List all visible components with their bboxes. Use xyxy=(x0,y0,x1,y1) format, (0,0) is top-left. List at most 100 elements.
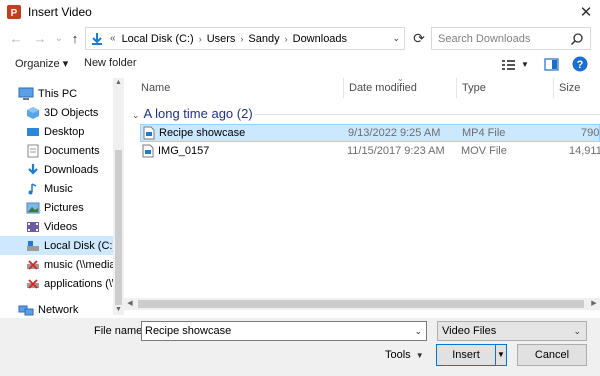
videos-icon xyxy=(27,221,39,232)
network-drive-disconnected-icon xyxy=(27,259,39,270)
chevron-down-icon[interactable]: ⌄ xyxy=(414,322,422,340)
sidebar-item-label: Network xyxy=(38,303,79,316)
sidebar-item-label: Pictures xyxy=(44,201,84,214)
scrollbar-thumb[interactable] xyxy=(138,300,584,308)
sidebar-item-documents[interactable]: Documents xyxy=(0,141,114,160)
insert-options-dropdown[interactable]: ▼ xyxy=(495,345,506,365)
title-bar: P Insert Video ✕ xyxy=(0,0,600,24)
column-header-name[interactable]: Name xyxy=(136,78,344,98)
insert-button[interactable]: Insert ▼ xyxy=(436,344,507,366)
file-list-horizontal-scrollbar[interactable]: ◀ ▶ xyxy=(124,298,600,310)
file-name: Recipe showcase xyxy=(159,127,246,139)
sidebar-item-label: music (\\media1 xyxy=(44,258,114,271)
tools-label: Tools xyxy=(385,349,411,361)
scroll-down-arrow[interactable]: ▼ xyxy=(113,305,124,315)
sidebar-item-this-pc[interactable]: This PC xyxy=(0,84,114,103)
sidebar-item-music-network[interactable]: music (\\media1 xyxy=(0,255,114,274)
sidebar-item-desktop[interactable]: Desktop xyxy=(0,122,114,141)
pictures-icon xyxy=(26,202,40,213)
sidebar-item-label: 3D Objects xyxy=(44,106,99,119)
sidebar-item-label: Videos xyxy=(44,220,78,233)
search-input[interactable]: Search Downloads xyxy=(438,33,570,45)
sidebar-item-downloads[interactable]: Downloads xyxy=(0,160,114,179)
scroll-left-arrow[interactable]: ◀ xyxy=(124,298,136,310)
downloads-icon xyxy=(28,163,38,175)
sidebar-item-label: Music xyxy=(44,182,73,195)
sidebar-item-local-disk[interactable]: Local Disk (C:) xyxy=(0,236,114,255)
file-size: 790 xyxy=(581,127,600,139)
back-button[interactable]: ← xyxy=(8,31,24,47)
window-title: Insert Video xyxy=(28,5,92,19)
sidebar-item-pictures[interactable]: Pictures xyxy=(0,198,114,217)
view-options-icon[interactable] xyxy=(501,58,517,72)
sidebar-item-label: Downloads xyxy=(44,163,99,176)
network-drive-disconnected-icon xyxy=(27,278,39,289)
3d-objects-icon xyxy=(27,106,39,119)
file-type-value: Video Files xyxy=(442,325,497,337)
svg-text:P: P xyxy=(11,8,18,19)
tools-button[interactable]: Tools ▼ xyxy=(385,349,424,361)
cancel-button[interactable]: Cancel xyxy=(517,344,587,366)
sidebar-item-music[interactable]: Music xyxy=(0,179,114,198)
file-name-field[interactable]: Recipe showcase ⌄ xyxy=(141,321,427,341)
chevron-down-icon[interactable]: ⌄ xyxy=(392,33,400,44)
dropdown-arrow-icon: ▼ xyxy=(415,351,424,360)
file-size: 14,911 xyxy=(569,145,600,157)
file-name-value[interactable]: Recipe showcase xyxy=(145,325,231,337)
help-icon[interactable]: ? xyxy=(572,56,588,72)
address-bar[interactable]: « Local Disk (C:) › Users › Sandy › Down… xyxy=(85,27,405,50)
sidebar-scrollbar[interactable]: ▲ ▼ xyxy=(113,78,124,315)
table-row[interactable]: Recipe showcase 9/13/2022 9:25 AM MP4 Fi… xyxy=(140,124,600,142)
breadcrumb-users[interactable]: Users xyxy=(207,33,236,45)
breadcrumb-separator[interactable]: › xyxy=(285,34,288,44)
scrollbar-thumb[interactable] xyxy=(115,150,122,305)
sidebar-item-label: This PC xyxy=(38,87,78,100)
group-label: A long time ago (2) xyxy=(143,106,253,121)
scroll-up-arrow[interactable]: ▲ xyxy=(113,78,124,88)
organize-button[interactable]: Organize ▾ xyxy=(15,57,68,70)
file-type: MOV File xyxy=(461,145,507,157)
new-folder-button[interactable]: New folder xyxy=(84,57,137,69)
powerpoint-icon: P xyxy=(7,5,21,19)
breadcrumb-downloads[interactable]: Downloads xyxy=(293,33,347,45)
sort-indicator-icon: ⌄ xyxy=(397,74,404,83)
navigation-pane: This PC 3D Objects Desktop Documents Dow… xyxy=(0,78,124,318)
up-button[interactable]: ↑ xyxy=(67,31,83,47)
computer-icon xyxy=(18,87,34,100)
group-divider xyxy=(254,114,600,115)
group-header[interactable]: ⌄ A long time ago (2) xyxy=(132,106,253,121)
search-icon xyxy=(570,32,583,45)
close-button[interactable]: ✕ xyxy=(572,0,600,24)
address-row: ← → ⌄ ↑ « Local Disk (C:) › Users › Sand… xyxy=(0,24,600,54)
column-header-type[interactable]: Type xyxy=(457,78,554,98)
file-type-select[interactable]: Video Files ⌄ xyxy=(437,321,587,341)
breadcrumb-local-disk[interactable]: Local Disk (C:) xyxy=(122,33,194,45)
table-row[interactable]: IMG_0157 11/15/2017 9:23 AM MOV File 14,… xyxy=(140,143,600,161)
breadcrumb-sandy[interactable]: Sandy xyxy=(248,33,279,45)
breadcrumb-overflow[interactable]: « xyxy=(110,33,116,44)
file-list: Name Date modified Type Size ⌄ A long tim… xyxy=(124,78,600,298)
forward-button[interactable]: → xyxy=(32,31,48,47)
insert-label[interactable]: Insert xyxy=(437,345,495,365)
search-box[interactable]: Search Downloads xyxy=(431,27,591,50)
downloads-folder-icon xyxy=(92,32,102,45)
scroll-right-arrow[interactable]: ▶ xyxy=(588,298,600,310)
sidebar-item-label: applications (\\n xyxy=(44,277,114,290)
close-icon: ✕ xyxy=(579,4,593,21)
breadcrumb-separator[interactable]: › xyxy=(240,34,243,44)
sidebar-item-3d-objects[interactable]: 3D Objects xyxy=(0,103,114,122)
refresh-button[interactable]: ⟳ xyxy=(409,28,429,48)
recent-locations-button[interactable]: ⌄ xyxy=(51,31,67,47)
breadcrumb-separator[interactable]: › xyxy=(199,34,202,44)
file-date: 11/15/2017 9:23 AM xyxy=(347,145,445,157)
column-header-size[interactable]: Size xyxy=(554,78,600,98)
sidebar-item-applications-network[interactable]: applications (\\n xyxy=(0,274,114,293)
view-dropdown-arrow[interactable]: ▼ xyxy=(521,60,529,69)
music-icon xyxy=(28,182,37,194)
file-type: MP4 File xyxy=(462,127,506,139)
preview-pane-icon[interactable] xyxy=(544,58,560,72)
command-bar: Organize ▾ New folder ▼ ? xyxy=(0,54,600,76)
sidebar-item-network[interactable]: Network xyxy=(0,300,114,318)
file-name: IMG_0157 xyxy=(158,145,210,157)
sidebar-item-videos[interactable]: Videos xyxy=(0,217,114,236)
